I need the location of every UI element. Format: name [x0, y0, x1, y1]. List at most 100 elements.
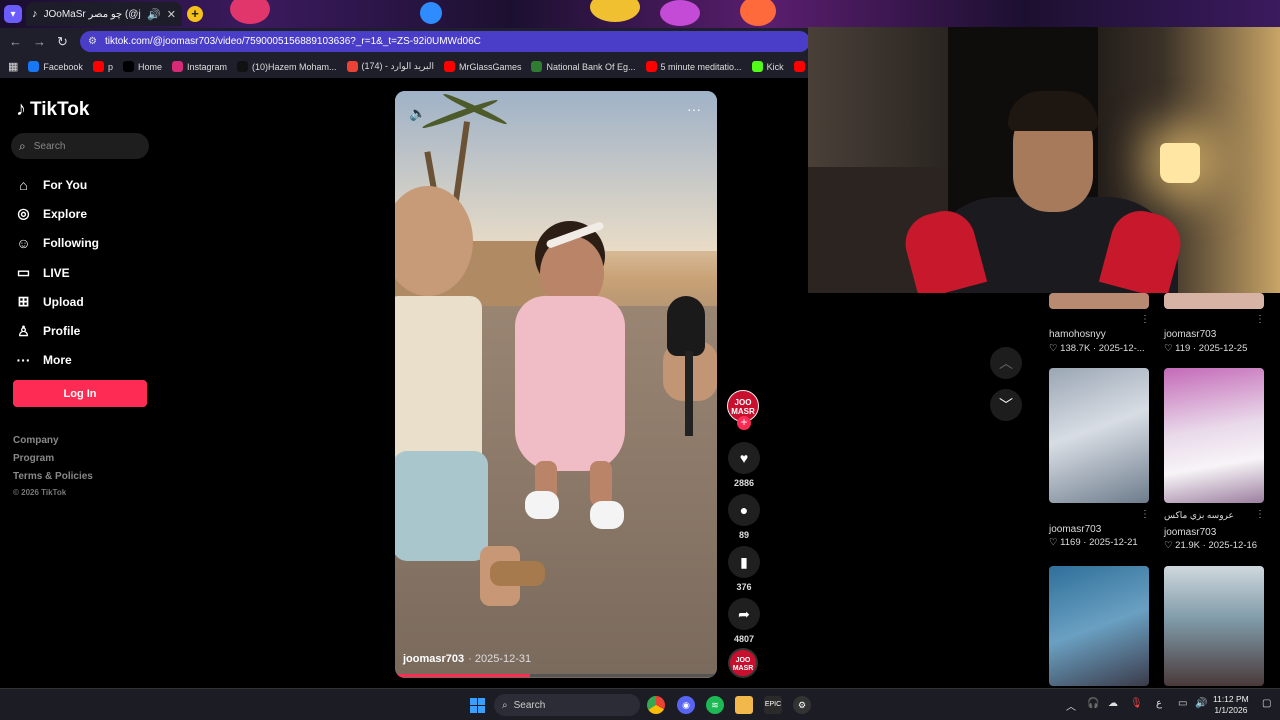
gmail-icon [346, 61, 358, 72]
reload-icon[interactable]: ↻ [57, 34, 68, 50]
volume-icon[interactable]: 🔊 [1195, 698, 1207, 709]
taskbar-search-input[interactable]: ⌕ Search [494, 694, 640, 716]
bookmark-item[interactable]: Home [122, 61, 162, 72]
share-action[interactable]: ➦ 4807 [727, 598, 761, 644]
url-bar[interactable]: ⚙ tiktok.com/@joomasr703/video/759000515… [80, 31, 810, 52]
spotify-icon[interactable]: ≋ [706, 696, 724, 714]
heart-icon[interactable]: ♥ [728, 442, 760, 474]
video-thumbnail[interactable] [1164, 368, 1264, 503]
related-author[interactable]: joomasr703 [1164, 527, 1216, 538]
apps-icon[interactable]: ▦ [8, 60, 18, 73]
share-icon[interactable]: ➦ [728, 598, 760, 630]
video-author[interactable]: joomasr703 [403, 653, 464, 665]
sound-disc[interactable]: JOO MASR [728, 648, 758, 678]
taskbar-search-placeholder: Search [513, 699, 546, 711]
close-tab-icon[interactable]: ✕ [167, 8, 176, 21]
related-author[interactable]: joomasr703 [1049, 524, 1101, 535]
video-progress-bar[interactable] [395, 674, 717, 677]
save-action[interactable]: ▮ 376 [727, 546, 761, 592]
footer-link-terms[interactable]: Terms & Policies [13, 471, 93, 489]
comment-action[interactable]: ● 89 [727, 494, 761, 540]
related-stats: ♡ 119 · 2025-12-25 [1164, 343, 1248, 354]
more-options-icon[interactable]: ⋮ [1140, 509, 1150, 520]
headset-icon[interactable]: 🎧 [1087, 698, 1099, 709]
video-thumbnail[interactable] [1049, 368, 1149, 503]
more-options-icon[interactable]: ⋮ [1255, 314, 1265, 325]
wallpaper-shape [590, 0, 640, 22]
bookmark-item[interactable]: p [92, 61, 113, 72]
clock-date: 1/1/2026 [1214, 705, 1248, 715]
compass-icon: ◎ [17, 205, 30, 222]
search-icon: ⌕ [19, 138, 26, 153]
more-options-icon[interactable]: ⋮ [1255, 509, 1265, 520]
back-icon[interactable]: ← [9, 34, 22, 49]
language-indicator[interactable]: ع [1156, 698, 1162, 709]
network-icon[interactable]: ▭ [1178, 698, 1187, 709]
microphone-icon[interactable]: 🎙 [1130, 698, 1143, 709]
bookmark-item[interactable]: National Bank Of Eg... [531, 61, 636, 72]
video-player[interactable]: 🔈 ··· joomasr703 · 2025-12-31 [395, 91, 717, 678]
bookmark-item[interactable]: MrGlassGames [443, 61, 521, 72]
windows-start-icon[interactable] [470, 698, 485, 713]
follow-plus-icon[interactable]: + [737, 416, 751, 430]
footer-link-program[interactable]: Program [13, 453, 93, 471]
related-likes: 119 [1175, 343, 1191, 354]
new-tab-button[interactable]: + [187, 6, 203, 22]
bookmark-item[interactable]: (174) - البريد الوارد [346, 61, 434, 72]
speaker-icon[interactable]: 🔊 [147, 8, 161, 21]
tiktok-logo[interactable]: ♪ TikTok [16, 98, 89, 121]
discord-icon[interactable]: ◉ [677, 696, 695, 714]
sidebar-item-more[interactable]: ··· More [15, 346, 155, 375]
tray-overflow-icon[interactable]: ︿ [1066, 698, 1076, 713]
youtube-icon [793, 61, 805, 72]
more-options-icon[interactable]: ··· [687, 101, 701, 117]
more-options-icon[interactable]: ⋮ [1140, 314, 1150, 325]
sidebar-item-profile[interactable]: ♙ Profile [15, 316, 155, 345]
scroll-up-button[interactable]: ︿ [990, 347, 1022, 379]
site-info-icon[interactable]: ⚙ [88, 36, 97, 47]
girl-shoe [590, 501, 624, 529]
bookmark-item[interactable]: 5 minute meditatio... [645, 61, 742, 72]
search-input[interactable]: ⌕ Search [11, 133, 149, 159]
video-thumbnail[interactable] [1049, 293, 1149, 309]
instagram-icon [171, 61, 183, 72]
related-author[interactable]: joomasr703 [1164, 329, 1216, 340]
related-author[interactable]: hamohosnyy [1049, 329, 1106, 340]
home-icon: ⌂ [19, 176, 28, 193]
footer-link-company[interactable]: Company [13, 435, 93, 453]
login-button[interactable]: Log In [13, 380, 147, 407]
related-likes: 21.9K [1175, 540, 1200, 551]
bookmark-item[interactable]: (10)Hazem Moham... [237, 61, 337, 72]
steelseries-icon[interactable]: ⚙ [793, 696, 811, 714]
bookmark-label: National Bank Of Eg... [546, 61, 636, 72]
tiktok-icon: ♪ [32, 8, 38, 20]
bookmark-item[interactable]: Kick [751, 61, 784, 72]
comment-icon[interactable]: ● [728, 494, 760, 526]
sidebar-item-live[interactable]: ▭ LIVE [15, 258, 155, 287]
video-thumbnail[interactable] [1164, 293, 1264, 309]
video-thumbnail[interactable] [1164, 566, 1264, 686]
epic-games-icon[interactable]: EPIC [764, 696, 782, 714]
onedrive-icon[interactable]: ☁ [1108, 698, 1118, 709]
save-count: 376 [736, 582, 752, 592]
browser-tab-active[interactable]: ♪ JOoMaSr چو مصر (@joomasr... 🔊 ✕ [26, 2, 182, 26]
forward-icon[interactable]: → [33, 34, 46, 49]
sidebar-item-explore[interactable]: ◎ Explore [15, 199, 155, 228]
girl-pink-dress [515, 296, 625, 471]
live-icon: ▭ [16, 264, 31, 281]
sidebar-item-for-you[interactable]: ⌂ For You [15, 170, 155, 199]
chrome-icon[interactable] [647, 696, 665, 714]
video-thumbnail[interactable] [1049, 566, 1149, 686]
bookmark-item[interactable]: Facebook [28, 61, 83, 72]
volume-icon[interactable]: 🔈 [409, 105, 426, 122]
sidebar-item-upload[interactable]: ⊞ Upload [15, 287, 155, 316]
taskbar-clock[interactable]: 11:12 PM 1/1/2026 [1213, 694, 1249, 716]
file-explorer-icon[interactable] [735, 696, 753, 714]
bookmark-icon[interactable]: ▮ [728, 546, 760, 578]
sidebar-item-following[interactable]: ☺ Following [15, 229, 155, 258]
notifications-icon[interactable]: ▢ [1262, 698, 1271, 709]
tab-search-icon[interactable]: ▾ [4, 5, 22, 23]
like-action[interactable]: ♥ 2886 [727, 442, 761, 488]
scroll-down-button[interactable]: ﹀ [990, 389, 1022, 421]
bookmark-item[interactable]: Instagram [171, 61, 227, 72]
